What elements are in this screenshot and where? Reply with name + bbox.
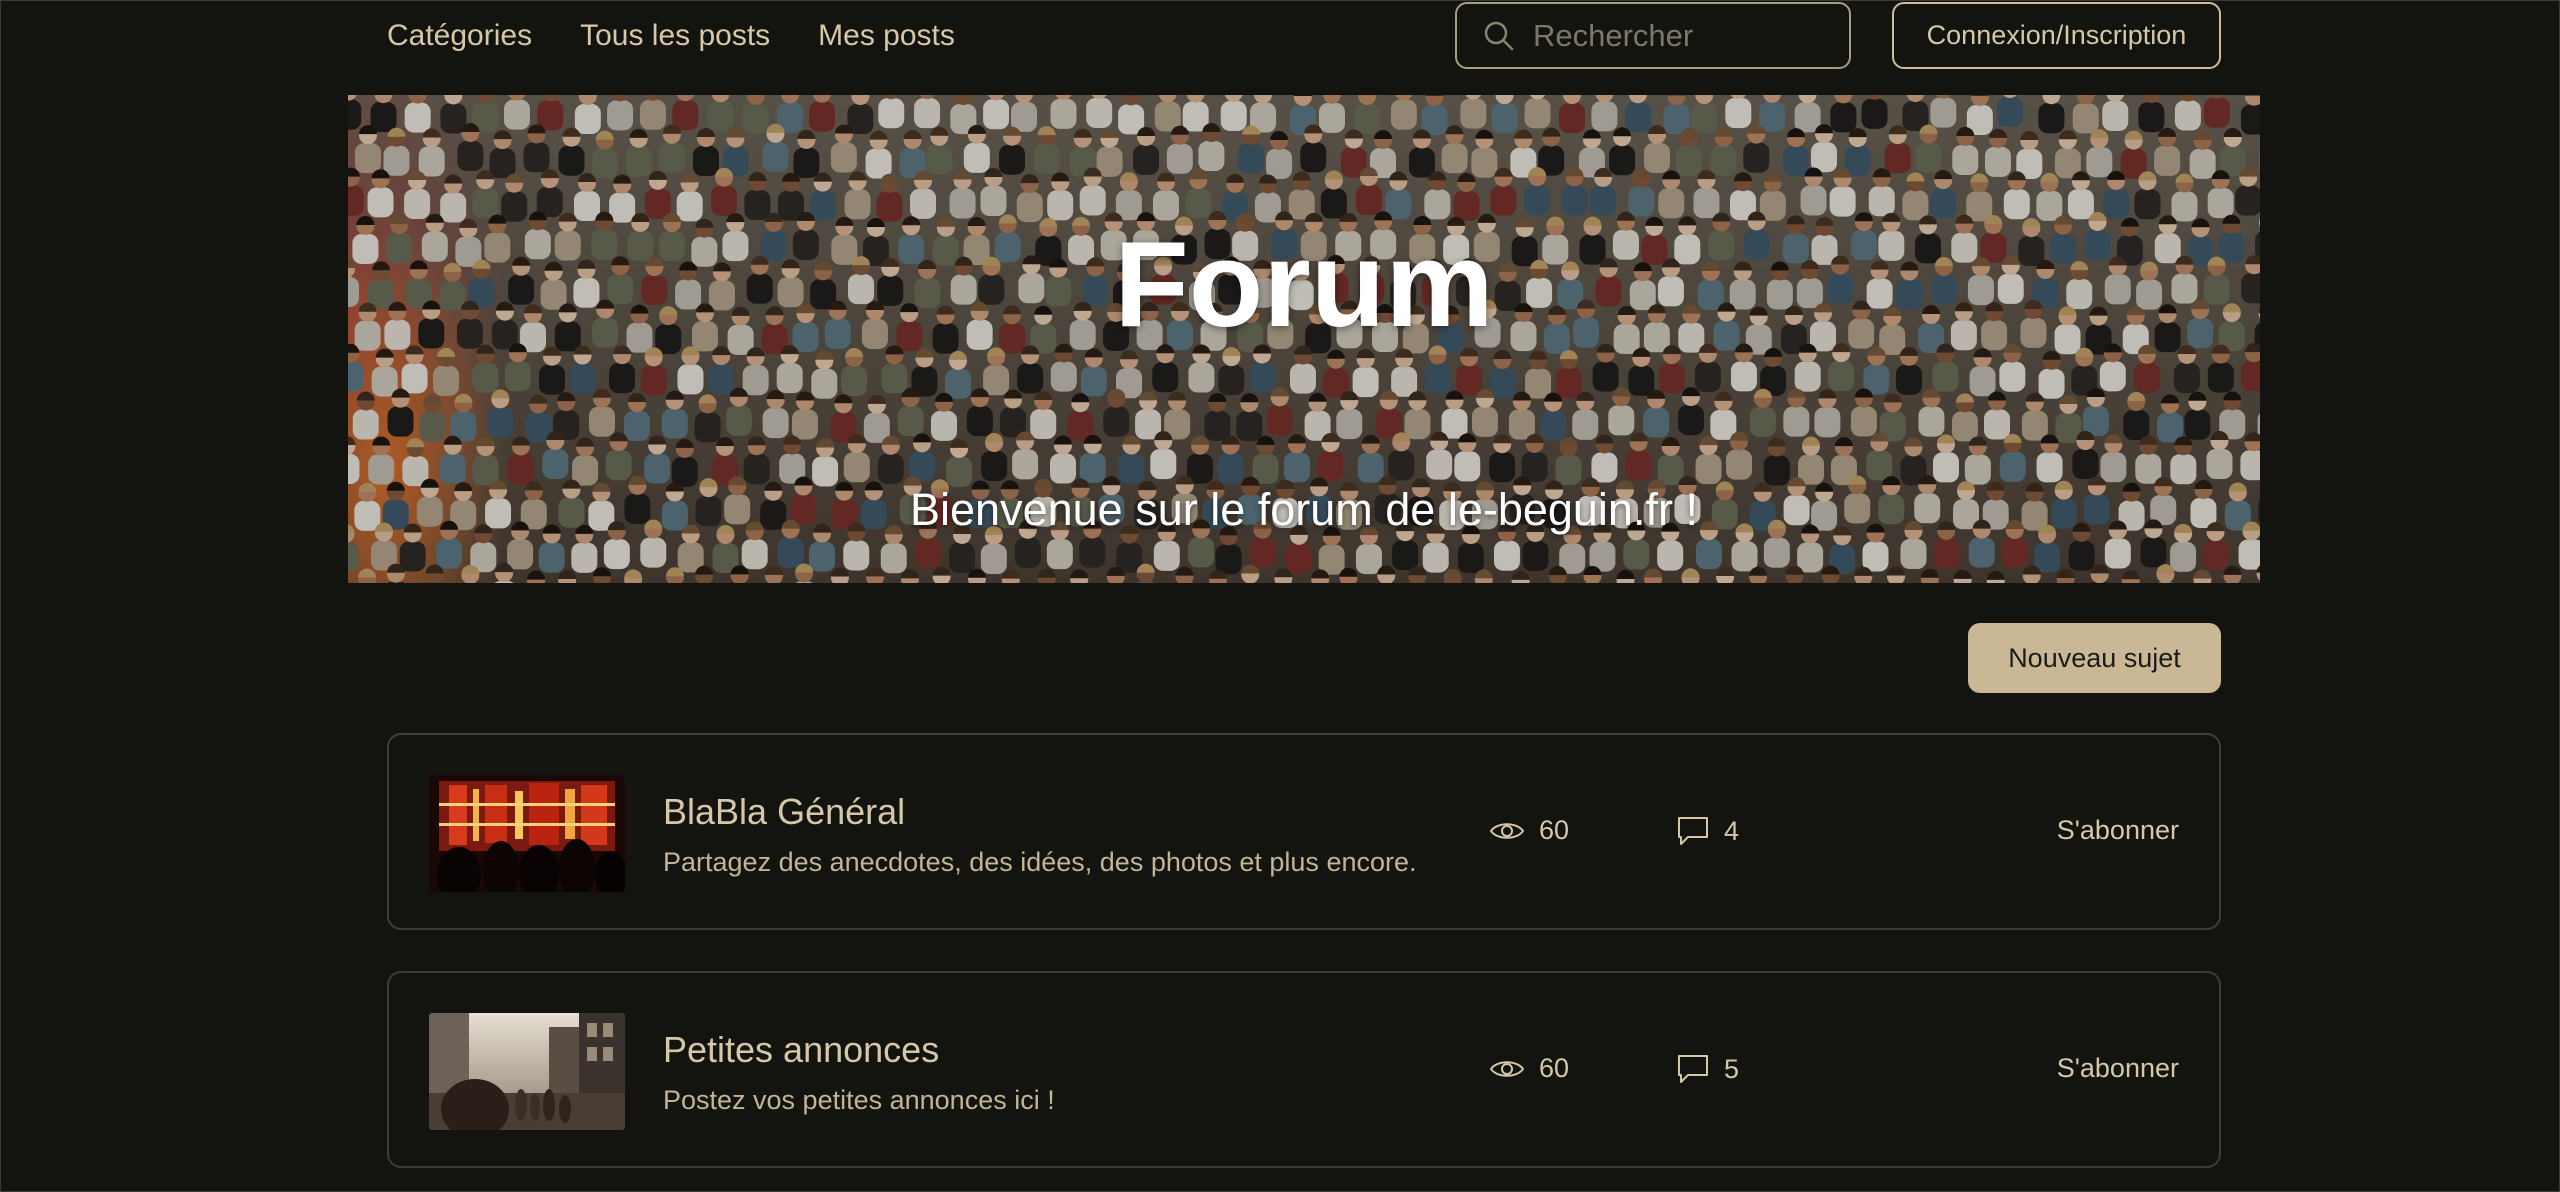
hero-title: Forum [1114,216,1494,352]
category-card-petites-annonces[interactable]: Petites annonces Postez vos petites anno… [387,971,2221,1168]
category-thumbnail-bar [429,775,625,892]
category-description: Postez vos petites annonces ici ! [663,1085,1055,1115]
category-description: Partagez des anecdotes, des idées, des p… [663,847,1417,877]
search-input[interactable] [1531,16,1835,55]
comments-count: 4 [1676,815,1739,847]
eye-icon [1489,822,1525,839]
comment-icon [1678,817,1708,845]
comments-count: 5 [1676,1053,1739,1085]
top-nav: Catégories Tous les posts Mes posts [387,1,955,71]
category-title[interactable]: BlaBla Général [663,791,905,833]
views-value: 60 [1539,815,1570,845]
category-title[interactable]: Petites annonces [663,1029,939,1071]
subscribe-button[interactable]: S'abonner [2057,1053,2179,1084]
nav-all-posts[interactable]: Tous les posts [580,19,770,53]
nav-my-posts[interactable]: Mes posts [818,19,955,53]
search-icon [1484,21,1514,50]
category-card-blabla[interactable]: BlaBla Général Partagez des anecdotes, d… [387,733,2221,930]
views-value: 60 [1539,1053,1570,1083]
new-topic-button[interactable]: Nouveau sujet [1968,623,2221,693]
views-count: 60 [1489,815,1569,846]
eye-icon [1489,1060,1525,1077]
hero-banner: Forum Bienvenue sur le forum de le-begui… [348,95,2260,583]
comment-icon [1678,1055,1708,1083]
page-frame: Catégories Tous les posts Mes posts Conn… [0,0,2560,1192]
nav-categories[interactable]: Catégories [387,19,532,53]
login-signup-button[interactable]: Connexion/Inscription [1892,2,2221,69]
comments-value: 4 [1724,815,1740,846]
category-thumbnail-street [429,1013,625,1130]
search-box[interactable] [1455,2,1851,69]
subscribe-button[interactable]: S'abonner [2057,815,2179,846]
comments-value: 5 [1724,1053,1740,1084]
views-count: 60 [1489,1053,1569,1084]
hero-subtitle: Bienvenue sur le forum de le-beguin.fr ! [910,484,1698,535]
